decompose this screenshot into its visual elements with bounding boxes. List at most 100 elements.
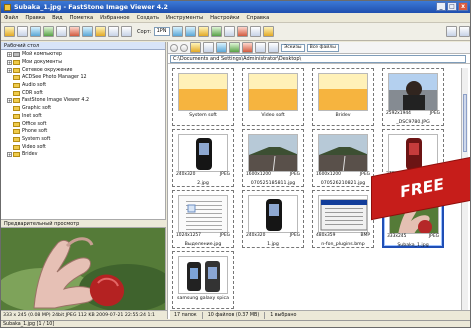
copy-to-icon[interactable] xyxy=(255,42,266,53)
thumbnail-tile[interactable]: Video soft xyxy=(242,68,304,126)
menu-view[interactable]: Вид xyxy=(52,15,63,21)
expand-icon[interactable]: + xyxy=(7,60,12,66)
tree-node[interactable]: + Мой компьютер xyxy=(3,51,165,59)
path-field[interactable]: C:\Documents and Settings\Administrator\… xyxy=(170,54,466,63)
menu-help[interactable]: Справка xyxy=(246,15,269,21)
expand-icon[interactable]: + xyxy=(7,98,12,104)
thumbnail-tile[interactable]: 1600x1200 JPEG 070526210821.jpg xyxy=(312,129,374,187)
fullscreen-icon[interactable] xyxy=(459,26,470,37)
thumbnail-tile[interactable]: 480x359 BMP n-fon_plugins.bmp xyxy=(312,190,374,248)
crop-icon[interactable] xyxy=(223,26,235,37)
scrollbar-thumb[interactable] xyxy=(463,94,467,152)
open-folder-icon[interactable] xyxy=(4,26,15,37)
menu-file[interactable]: Файл xyxy=(4,15,18,21)
tree-node[interactable]: Audio soft xyxy=(3,82,165,90)
tree-node[interactable]: + Мои документы xyxy=(3,59,165,67)
folder-tree: + Мой компьютер + Мои документы + Сетевое окр… xyxy=(1,50,165,159)
title-bar: Subaka_1.jpg - FastStone Image Viewer 4.… xyxy=(1,1,470,13)
expand-icon[interactable]: + xyxy=(7,67,12,73)
batch-icon[interactable] xyxy=(262,26,274,37)
folder-up-icon[interactable] xyxy=(190,42,201,53)
phone2-thumbnail xyxy=(249,196,297,232)
thumbnail-tile[interactable]: 1024x1257 JPEG Выделение.jpg xyxy=(172,190,234,248)
slideshow-icon[interactable] xyxy=(95,26,106,37)
folder-icon xyxy=(13,144,20,150)
folder-icon xyxy=(13,136,20,142)
save-icon[interactable] xyxy=(17,26,28,37)
menu-edit[interactable]: Правка xyxy=(25,15,45,21)
image-preview xyxy=(1,228,166,310)
window-thumbnail xyxy=(319,196,367,232)
tree-node[interactable]: Video soft xyxy=(3,143,165,151)
tag-icon[interactable] xyxy=(229,42,240,53)
minimize-button[interactable]: _ xyxy=(436,2,446,11)
thumbnail-image xyxy=(178,134,228,172)
refresh-icon[interactable] xyxy=(30,26,41,37)
tree-root[interactable]: Рабочий стол xyxy=(1,42,165,50)
thumbnail-tile[interactable]: 1600x1200 JPEG 070525185811.jpg xyxy=(242,129,304,187)
image-format: JPEG xyxy=(428,234,439,239)
zoom-out-icon[interactable] xyxy=(184,26,196,37)
menu-favorites[interactable]: Избранное xyxy=(100,15,129,21)
delete-icon[interactable] xyxy=(69,26,80,37)
thumbnail-tile[interactable]: Bridev xyxy=(312,68,374,126)
sync-icon[interactable] xyxy=(216,42,227,53)
back-icon[interactable] xyxy=(170,43,178,52)
rotate-icon[interactable] xyxy=(82,26,93,37)
close-button[interactable]: x xyxy=(458,2,468,11)
tree-node[interactable]: + Сетевое окружение xyxy=(3,66,165,74)
folder-icon xyxy=(13,83,20,89)
file-filter-select[interactable]: Все файлы xyxy=(306,43,339,52)
zoom-select[interactable]: 1PN xyxy=(153,27,170,36)
tree-node[interactable]: CDR soft xyxy=(3,89,165,97)
status-separator xyxy=(264,312,266,319)
red-eye-icon[interactable] xyxy=(236,26,248,37)
view-icon[interactable] xyxy=(197,26,209,37)
tree-node[interactable]: + Bridev xyxy=(3,151,165,159)
sort-icon[interactable] xyxy=(268,42,279,53)
menu-mark[interactable]: Пометка xyxy=(70,15,94,21)
thumbnail-caption: _DSC9780.JPG xyxy=(396,120,430,125)
menu-bar: Файл Правка Вид Пометка Избранное Создат… xyxy=(1,13,470,23)
expand-icon[interactable]: + xyxy=(7,52,12,58)
grid-icon[interactable] xyxy=(446,26,457,37)
move-icon[interactable] xyxy=(56,26,67,37)
home-icon[interactable] xyxy=(203,42,214,53)
image-format: BMP xyxy=(360,233,370,238)
maximize-button[interactable]: □ xyxy=(447,2,457,11)
zoom-in-icon[interactable] xyxy=(171,26,183,37)
color-icon[interactable] xyxy=(210,26,222,37)
resize-icon[interactable] xyxy=(249,26,261,37)
email-icon[interactable] xyxy=(121,26,132,37)
thumbnail-tile[interactable]: 240x320 JPEG 1.jpg xyxy=(242,190,304,248)
thumbnail-caption: 070525185811.jpg xyxy=(250,181,296,186)
folder-icon xyxy=(13,152,20,158)
thumbnail-tile[interactable]: 2592x1944 JPEG _DSC9780.JPG xyxy=(382,68,444,126)
tree-node[interactable]: Graphic soft xyxy=(3,105,165,113)
menu-create[interactable]: Создать xyxy=(137,15,159,21)
tree-node[interactable]: Phone soft xyxy=(3,128,165,136)
thumbnail-tile[interactable]: samsung galaxy spica xyxy=(172,251,234,309)
thumbnail-tile[interactable]: System soft xyxy=(172,68,234,126)
folder-icon xyxy=(13,75,20,81)
road-thumbnail xyxy=(319,135,367,171)
copy-icon[interactable] xyxy=(43,26,54,37)
print-icon[interactable] xyxy=(108,26,119,37)
tree-node-label: CDR soft xyxy=(22,90,43,96)
view-mode-select[interactable]: Эскизы xyxy=(281,43,305,52)
forward-icon[interactable] xyxy=(180,43,188,52)
tree-node[interactable]: Office soft xyxy=(3,120,165,128)
folder-icon xyxy=(13,106,20,112)
remove-icon[interactable] xyxy=(242,42,253,53)
menu-tools[interactable]: Инструменты xyxy=(166,15,203,21)
thumbnail-image xyxy=(248,195,298,233)
image-dimensions: 240x320 xyxy=(176,172,196,177)
tree-node[interactable]: + FastStone Image Viewer 4.2 xyxy=(3,97,165,105)
expand-icon[interactable]: + xyxy=(7,152,12,158)
tree-node[interactable]: Inet soft xyxy=(3,113,165,121)
folder-icon xyxy=(13,129,20,135)
menu-settings[interactable]: Настройки xyxy=(210,15,239,21)
tree-node[interactable]: System soft xyxy=(3,136,165,144)
tree-node[interactable]: ACDSee Photo Manager 12 xyxy=(3,74,165,82)
thumbnail-tile[interactable]: 240x320 JPEG 2.jpg xyxy=(172,129,234,187)
